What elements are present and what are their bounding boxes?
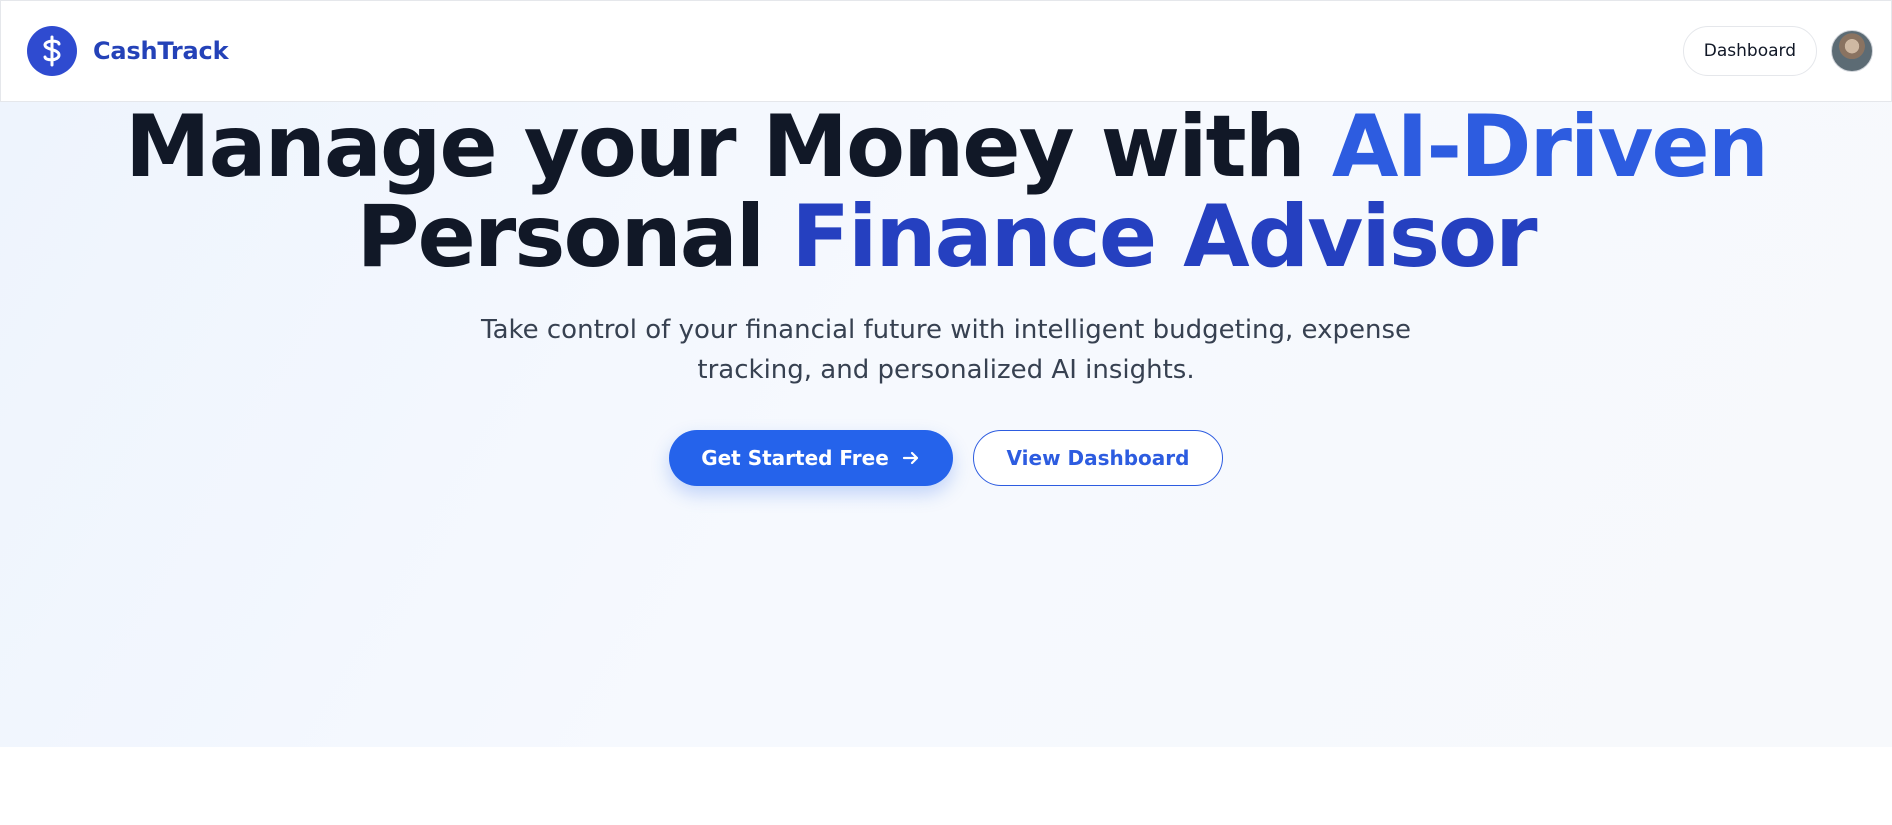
headline-part-1: Manage your Money with (125, 97, 1332, 197)
headline-part-2: Personal (356, 187, 792, 287)
cta-row: Get Started Free View Dashboard (0, 430, 1892, 486)
top-navbar: CashTrack Dashboard (0, 0, 1892, 102)
arrow-right-icon (901, 448, 921, 468)
dollar-sign-icon (27, 26, 77, 76)
hero-headline: Manage your Money with AI-Driven Persona… (0, 102, 1892, 282)
user-avatar[interactable] (1831, 30, 1873, 72)
headline-accent-1: AI-Driven (1331, 97, 1769, 197)
get-started-button[interactable]: Get Started Free (669, 430, 953, 486)
brand-link[interactable]: CashTrack (27, 26, 229, 76)
hero-subtitle: Take control of your financial future wi… (480, 315, 1412, 385)
brand-name: CashTrack (93, 37, 229, 65)
get-started-label: Get Started Free (701, 446, 889, 470)
nav-actions: Dashboard (1682, 26, 1873, 76)
view-dashboard-button[interactable]: View Dashboard (973, 430, 1223, 486)
headline-accent-2: Finance Advisor (791, 187, 1537, 287)
dashboard-button[interactable]: Dashboard (1682, 26, 1817, 76)
